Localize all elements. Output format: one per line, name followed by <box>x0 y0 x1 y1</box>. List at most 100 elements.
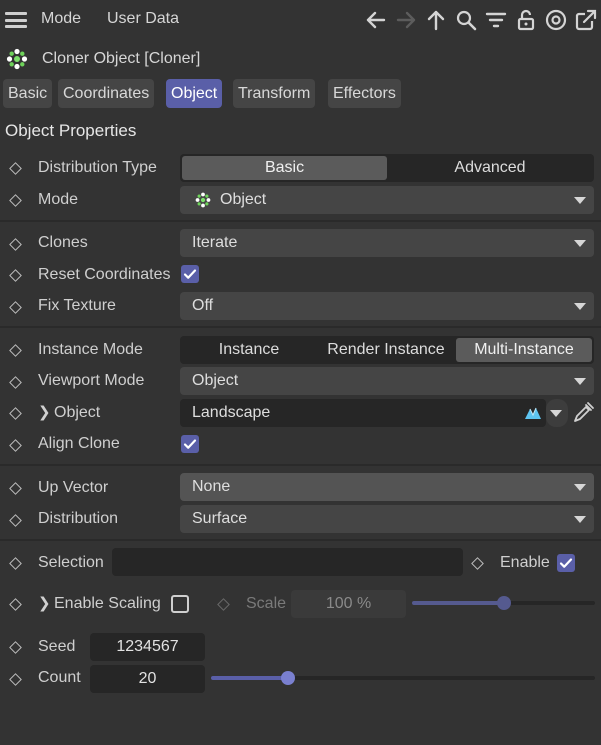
object-link-value: Landscape <box>192 404 271 421</box>
keyframe-diamond-icon[interactable] <box>9 557 22 570</box>
selection-field[interactable] <box>112 548 463 576</box>
keyframe-diamond-icon[interactable] <box>9 238 22 251</box>
count-slider-fill <box>211 676 288 680</box>
scale-field: 100 % <box>291 590 406 618</box>
section-title: Object Properties <box>5 121 137 140</box>
count-slider-handle[interactable] <box>281 671 295 685</box>
keyframe-diamond-icon[interactable] <box>9 641 22 654</box>
object-title: Cloner Object [Cloner] <box>42 50 201 67</box>
distribution-type-label: Distribution Type <box>38 159 157 176</box>
mode-menu[interactable]: Mode <box>41 10 81 28</box>
keyframe-diamond-icon[interactable] <box>9 344 22 357</box>
up-vector-dropdown[interactable]: None <box>180 473 594 501</box>
mode-dropdown[interactable]: Object <box>180 186 594 214</box>
chevron-down-icon <box>574 484 586 491</box>
render-instance-button[interactable]: Render Instance <box>318 338 454 362</box>
seed-field[interactable]: 1234567 <box>90 633 205 661</box>
open-external-icon[interactable] <box>574 8 598 32</box>
scale-slider-fill <box>412 601 504 605</box>
divider <box>0 326 601 328</box>
expand-chevron-icon[interactable]: ❯ <box>38 403 51 421</box>
keyframe-diamond-icon[interactable] <box>9 598 22 611</box>
align-clone-label: Align Clone <box>38 435 120 452</box>
scale-value: 100 % <box>325 595 372 612</box>
arrow-left-icon[interactable] <box>364 8 388 32</box>
divider <box>0 220 601 222</box>
instance-button[interactable]: Instance <box>182 338 316 362</box>
keyframe-diamond-icon[interactable] <box>9 482 22 495</box>
target-icon[interactable] <box>544 8 568 32</box>
cloner-small-icon <box>195 192 211 208</box>
clones-dropdown[interactable]: Iterate <box>180 229 594 257</box>
selection-label: Selection <box>38 554 104 571</box>
search-icon[interactable] <box>454 8 478 32</box>
up-vector-label: Up Vector <box>38 479 109 496</box>
expand-chevron-icon[interactable]: ❯ <box>38 594 51 612</box>
fix-texture-label: Fix Texture <box>38 297 116 314</box>
chevron-down-icon <box>574 516 586 523</box>
seed-value: 1234567 <box>116 638 179 655</box>
keyframe-diamond-icon[interactable] <box>9 376 22 389</box>
scale-label: Scale <box>246 595 287 612</box>
lock-open-icon[interactable] <box>514 8 538 32</box>
tab-object[interactable]: Object <box>166 79 223 108</box>
divider <box>0 539 601 541</box>
arrow-up-icon[interactable] <box>424 8 448 32</box>
landscape-icon <box>524 405 542 421</box>
enable-checkbox[interactable] <box>557 554 575 572</box>
keyframe-diamond-icon[interactable] <box>9 439 22 452</box>
tab-effectors[interactable]: Effectors <box>328 79 401 108</box>
distribution-advanced-button[interactable]: Advanced <box>388 156 592 180</box>
keyframe-diamond-icon[interactable] <box>9 673 22 686</box>
keyframe-diamond-icon[interactable] <box>9 301 22 314</box>
enable-label: Enable <box>500 554 550 571</box>
count-label: Count <box>38 669 81 686</box>
keyframe-diamond-icon[interactable] <box>9 269 22 282</box>
keyframe-diamond-icon[interactable] <box>471 557 484 570</box>
tab-coordinates[interactable]: Coordinates <box>58 79 155 108</box>
count-value: 20 <box>138 670 157 687</box>
clones-label: Clones <box>38 234 88 251</box>
chevron-down-icon <box>574 303 586 310</box>
up-vector-value: None <box>192 478 231 495</box>
scale-slider-handle <box>497 596 511 610</box>
enable-scaling-checkbox[interactable] <box>171 595 189 613</box>
distribution-value: Surface <box>192 510 248 527</box>
chevron-down-icon <box>574 197 586 204</box>
object-link-field[interactable]: Landscape <box>180 399 546 427</box>
enable-scaling-label: Enable Scaling <box>54 595 161 612</box>
keyframe-diamond-icon[interactable] <box>9 514 22 527</box>
arrow-right-icon[interactable] <box>394 8 418 32</box>
chevron-down-icon <box>574 240 586 247</box>
keyframe-diamond-icon[interactable] <box>9 194 22 207</box>
seed-label: Seed <box>38 638 76 655</box>
count-field[interactable]: 20 <box>90 665 205 693</box>
user-data-menu[interactable]: User Data <box>107 10 179 28</box>
fix-texture-dropdown[interactable]: Off <box>180 292 594 320</box>
chevron-down-icon <box>550 410 562 417</box>
viewport-mode-label: Viewport Mode <box>38 372 145 389</box>
keyframe-diamond-icon[interactable] <box>9 407 22 420</box>
divider <box>0 464 601 466</box>
hamburger-menu-icon[interactable] <box>5 12 27 28</box>
object-label: Object <box>54 404 101 421</box>
eyedropper-icon[interactable] <box>571 401 595 425</box>
reset-coordinates-label: Reset Coordinates <box>38 266 171 283</box>
multi-instance-button[interactable]: Multi-Instance <box>456 338 592 362</box>
menu-bar: Mode User Data <box>0 0 601 40</box>
reset-coordinates-checkbox[interactable] <box>181 265 199 283</box>
cloner-icon <box>6 48 28 70</box>
clones-value: Iterate <box>192 234 238 251</box>
mode-value: Object <box>220 191 267 208</box>
align-clone-checkbox[interactable] <box>181 435 199 453</box>
viewport-mode-dropdown[interactable]: Object <box>180 367 594 395</box>
filter-icon[interactable] <box>484 8 508 32</box>
keyframe-diamond-icon[interactable] <box>9 162 22 175</box>
tab-transform[interactable]: Transform <box>233 79 316 108</box>
distribution-basic-button[interactable]: Basic <box>182 156 387 180</box>
tab-basic[interactable]: Basic <box>3 79 53 108</box>
keyframe-diamond-icon <box>217 598 230 611</box>
distribution-type-segmented: Basic Advanced <box>180 154 594 182</box>
distribution-dropdown[interactable]: Surface <box>180 505 594 533</box>
chevron-down-icon <box>574 378 586 385</box>
